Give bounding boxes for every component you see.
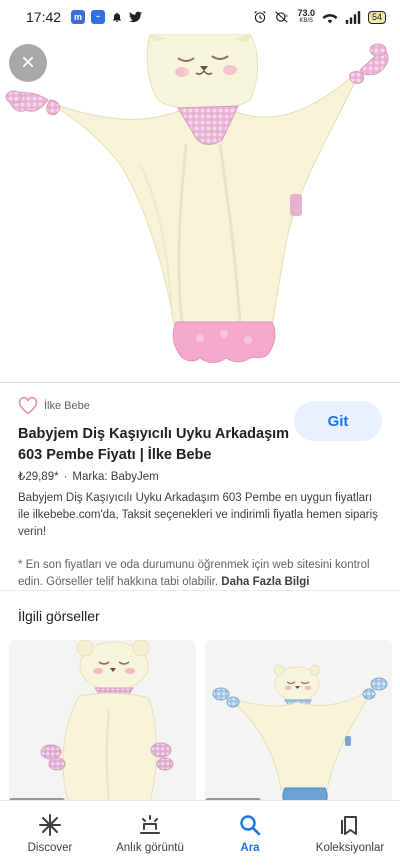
product-image[interactable]: × (0, 34, 400, 382)
related-toy-image-1 (9, 640, 174, 805)
twitter-icon (129, 11, 143, 23)
related-images-title: İlgili görseller (18, 608, 100, 624)
related-image-card[interactable] (9, 640, 196, 805)
nav-collections[interactable]: Koleksiyonlar (300, 801, 400, 866)
disclaimer-note: * En son fiyatları ve oda durumunu öğren… (18, 557, 384, 591)
network-speed: 73.0 KB/S (297, 8, 315, 25)
nav-label: Koleksiyonlar (315, 842, 385, 854)
related-toy-image-2 (205, 664, 388, 805)
nav-label: Discover (27, 842, 73, 854)
wifi-icon (322, 13, 338, 23)
nav-discover[interactable]: Discover (0, 801, 100, 866)
nav-snapshot[interactable]: Anlık görüntü (100, 801, 200, 866)
more-info-link[interactable]: Daha Fazla Bilgi (221, 576, 309, 588)
battery-indicator: 54 (367, 10, 386, 24)
status-time: 17:42 (26, 9, 62, 25)
bookmark-icon (341, 816, 357, 835)
close-icon: × (20, 49, 35, 76)
related-images-grid (9, 640, 392, 805)
system-icons: a 73.0 KB/S 54 (253, 9, 386, 25)
brand: Marka: BabyJem (72, 471, 159, 483)
result-description: Babyjem Diş Kaşıyıcılı Uyku Arkadaşım 60… (18, 492, 378, 538)
svg-text:a: a (285, 14, 288, 19)
nav-search[interactable]: Ara (200, 801, 300, 866)
result-title[interactable]: Babyjem Diş Kaşıyıcılı Uyku Arkadaşım 60… (18, 424, 298, 466)
ilke-bebe-logo-icon (18, 396, 38, 415)
related-image-card[interactable] (205, 640, 392, 805)
signal-icon (345, 10, 361, 24)
app-m-icon: m (71, 10, 86, 24)
source-name: İlke Bebe (44, 400, 90, 412)
section-divider (0, 382, 400, 383)
nav-label: Anlık görüntü (116, 842, 184, 854)
visit-button[interactable]: Git (294, 401, 382, 441)
disclaimer-text: * En son fiyatları ve oda durumunu öğren… (18, 559, 370, 588)
meta-separator: · (63, 471, 68, 483)
app-notification-icon: ▪▪ (91, 10, 106, 24)
notification-icons: m ▪▪ (71, 10, 143, 24)
result-meta: ₺29,89* · Marka: BabyJem (18, 469, 384, 483)
price: ₺29,89* (18, 471, 59, 483)
result-info: İlke Bebe Git Babyjem Diş Kaşıyıcılı Uyk… (18, 392, 384, 591)
alarm-icon (254, 10, 267, 23)
status-bar: 17:42 m ▪▪ a 73.0 KB/S 54 (0, 0, 400, 34)
bell-icon (113, 12, 122, 22)
search-icon (240, 815, 261, 836)
section-divider-2 (0, 590, 400, 591)
no-alarm-icon: a (275, 11, 288, 23)
bottom-navigation: Discover Anlık görüntü Ara Koleksiyonlar (0, 800, 400, 866)
snapshot-icon (140, 815, 160, 834)
teething-blanket-toy-image (5, 34, 389, 363)
close-button[interactable]: × (9, 44, 47, 82)
nav-label: Ara (240, 842, 260, 854)
asterisk-icon (39, 814, 61, 836)
